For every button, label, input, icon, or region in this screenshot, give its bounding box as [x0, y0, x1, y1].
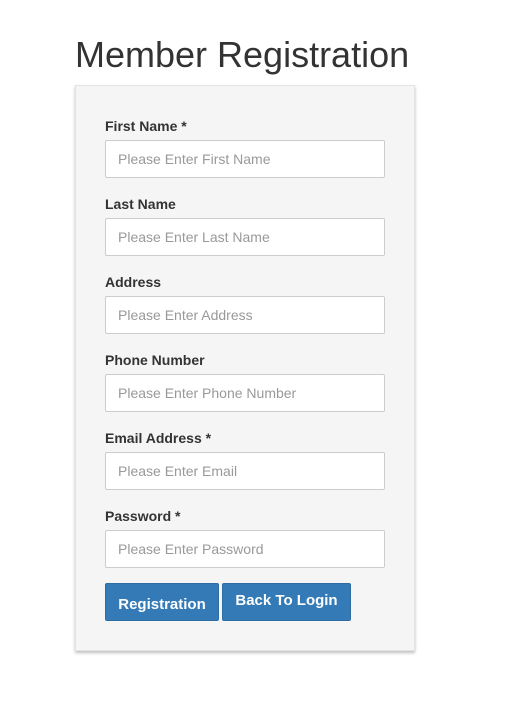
first-name-input[interactable] — [105, 140, 385, 178]
last-name-label: Last Name — [105, 196, 176, 212]
first-name-label: First Name * — [105, 118, 187, 134]
password-input[interactable] — [105, 530, 385, 568]
registration-form-panel: First Name * Last Name Address Phone Num… — [75, 85, 415, 651]
registration-button[interactable]: Registration — [105, 583, 219, 621]
last-name-input[interactable] — [105, 218, 385, 256]
address-input[interactable] — [105, 296, 385, 334]
email-address-label: Email Address * — [105, 430, 212, 446]
address-label: Address — [105, 274, 162, 290]
page-title: Member Registration — [75, 34, 410, 75]
phone-number-label: Phone Number — [105, 352, 205, 368]
phone-number-input[interactable] — [105, 374, 385, 412]
email-address-input[interactable] — [105, 452, 385, 490]
password-label: Password * — [105, 508, 181, 524]
back-to-login-button[interactable]: Back To Login — [222, 583, 351, 621]
